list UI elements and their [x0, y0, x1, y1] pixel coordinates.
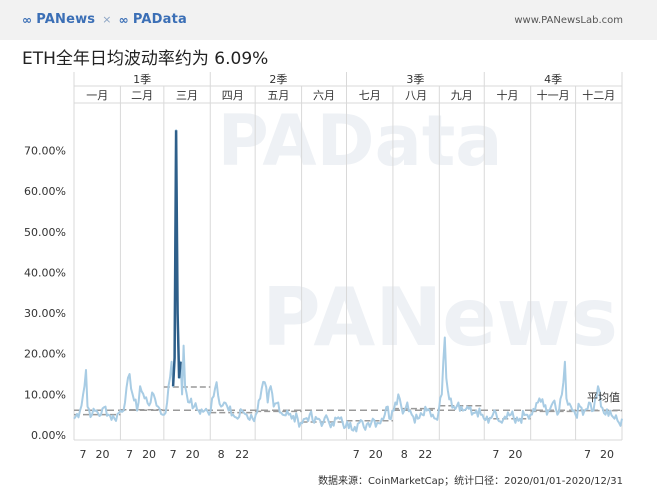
x-tick-label: 7 — [170, 448, 177, 461]
month-label: 十二月 — [582, 88, 615, 102]
x-tick-label: 22 — [418, 448, 432, 461]
month-label: 十月 — [496, 88, 518, 102]
volatility-peak-highlight — [171, 130, 182, 387]
average-label: 平均值 — [587, 391, 620, 404]
y-tick-label: 30.00% — [24, 307, 66, 320]
month-label: 四月 — [222, 89, 244, 102]
x-tick-label: 20 — [142, 448, 156, 461]
x-tick-label: 7 — [492, 448, 499, 461]
quarter-label: 3季 — [406, 73, 424, 86]
month-label: 二月 — [131, 89, 153, 102]
y-tick-label: 40.00% — [24, 266, 66, 279]
x-tick-label: 7 — [353, 448, 360, 461]
y-tick-label: 0.00% — [31, 429, 66, 442]
x-tick-label: 20 — [600, 448, 614, 461]
y-tick-label: 60.00% — [24, 185, 66, 198]
watermark-padata: PAData — [217, 100, 502, 182]
month-label: 八月 — [405, 89, 427, 102]
month-label: 三月 — [176, 89, 198, 102]
quarter-label: 2季 — [269, 73, 287, 86]
x-tick-label: 22 — [235, 448, 249, 461]
y-tick-label: 50.00% — [24, 226, 66, 239]
y-tick-label: 10.00% — [24, 388, 66, 401]
data-source-note: 数据来源：CoinMarketCap；统计口径：2020/01/01-2020/… — [318, 476, 623, 487]
x-tick-label: 20 — [186, 448, 200, 461]
month-label: 六月 — [313, 89, 335, 102]
quarter-label: 1季 — [133, 73, 151, 86]
x-tick-label: 8 — [401, 448, 408, 461]
x-tick-label: 7 — [126, 448, 133, 461]
volatility-chart: PAData PANews 1季 2季 3季 4季一月 二月 三月 四月 五月 六月 七月 八月 九月 十月… — [24, 72, 623, 461]
y-tick-label: 70.00% — [24, 145, 66, 158]
watermark-panews: PANews — [262, 271, 618, 364]
x-tick-label: 7 — [584, 448, 591, 461]
y-tick-label: 20.00% — [24, 348, 66, 361]
x-tick-label: 20 — [96, 448, 110, 461]
month-label: 九月 — [451, 89, 473, 102]
month-label: 十一月 — [537, 88, 570, 102]
month-label: 五月 — [267, 89, 289, 102]
x-tick-label: 8 — [218, 448, 225, 461]
quarter-label: 4季 — [544, 73, 562, 86]
x-tick-label: 7 — [80, 448, 87, 461]
month-label: 七月 — [359, 89, 381, 102]
month-label: 一月 — [86, 89, 108, 102]
x-tick-label: 20 — [508, 448, 522, 461]
x-tick-label: 20 — [369, 448, 383, 461]
